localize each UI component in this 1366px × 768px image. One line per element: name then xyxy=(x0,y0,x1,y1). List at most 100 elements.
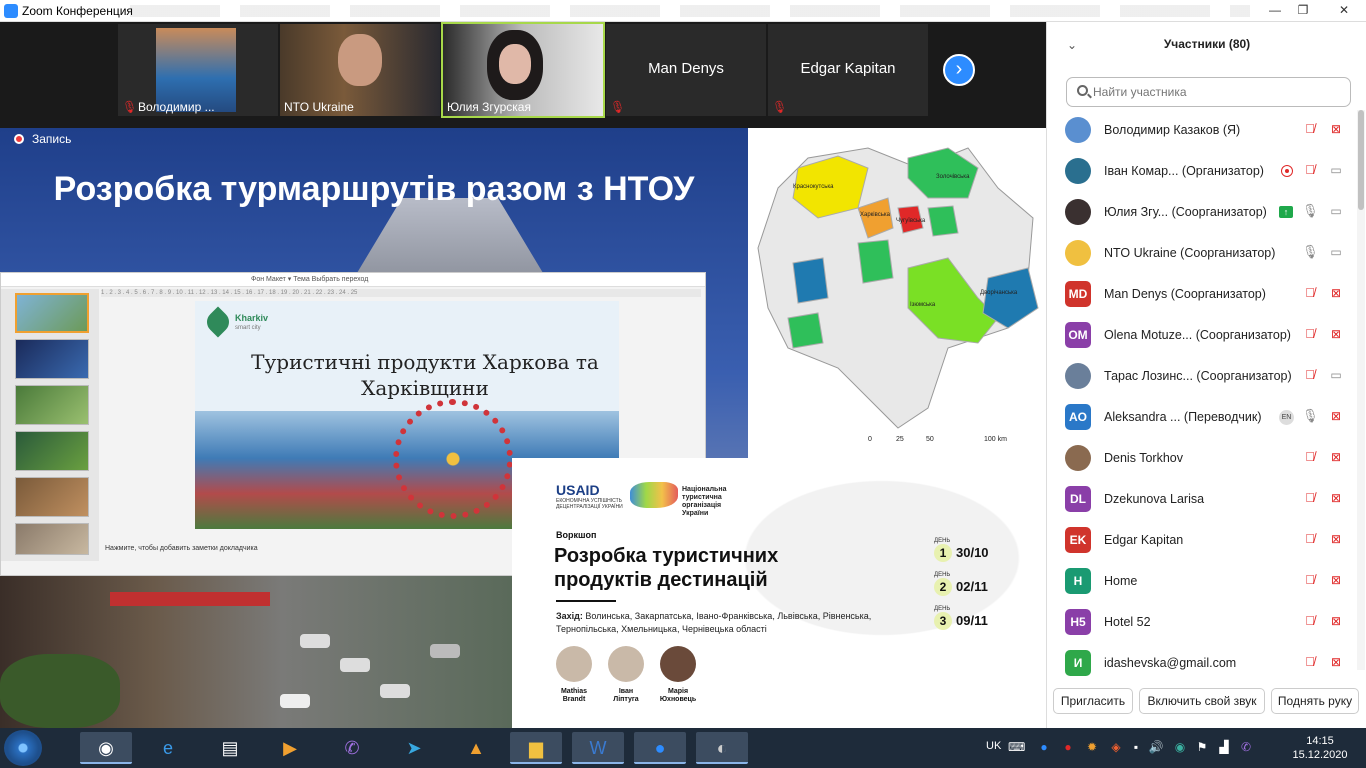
mic-muted-icon[interactable]: 🎙̸ xyxy=(1302,162,1318,180)
mic-muted-icon[interactable]: 🎙̸ xyxy=(1302,572,1318,590)
participant-row[interactable]: Иidashevska@gmail.com 🎙̸ ⊠ xyxy=(1047,643,1357,678)
word-icon[interactable]: W xyxy=(572,732,624,764)
mic-muted-icon[interactable]: 🎙̸ xyxy=(1302,654,1318,672)
camera-icon[interactable]: ▭ xyxy=(1326,163,1346,179)
clock[interactable]: 14:15 15.12.2020 xyxy=(1280,734,1360,762)
participant-row[interactable]: OM Olena Motuze... (Соорганизатор) 🎙̸ ⊠ xyxy=(1047,315,1357,356)
invite-button[interactable]: Пригласить xyxy=(1053,688,1133,714)
speaker-icon[interactable]: 🔊 xyxy=(1148,740,1164,756)
language-indicator[interactable]: UK xyxy=(986,740,1001,752)
telegram-icon[interactable]: ➤ xyxy=(388,732,440,764)
mic-icon[interactable]: 🎙 xyxy=(1302,244,1319,262)
mic-muted-icon[interactable]: 🎙̸ xyxy=(1302,285,1318,303)
participant-row[interactable]: AO Aleksandra ... (Переводчик) EN 🎙 ⊠ xyxy=(1047,397,1357,438)
participant-name: Dzekunova Larisa xyxy=(1104,492,1205,506)
camera-icon[interactable]: ▭ xyxy=(1326,368,1346,384)
zoom-icon[interactable]: ● xyxy=(634,732,686,764)
participant-name: idashevska@gmail.com xyxy=(1104,656,1237,670)
ie-icon[interactable]: e xyxy=(142,732,194,764)
minimize-button[interactable]: — xyxy=(1262,1,1288,19)
recording-icon xyxy=(14,134,24,144)
mic-icon[interactable]: 🎙 xyxy=(1302,203,1319,221)
mic-muted-icon[interactable]: 🎙̸ xyxy=(1302,490,1318,508)
participant-face xyxy=(338,34,382,86)
participant-row[interactable]: Тарас Лозинс... (Соорганизатор) 🎙̸ ▭ xyxy=(1047,356,1357,397)
participant-row[interactable]: H5 Hotel 52 🎙̸ ⊠ xyxy=(1047,602,1357,643)
participant-row[interactable]: Володимир Казаков (Я) 🎙̸ ⊠ xyxy=(1047,110,1357,151)
video-tile-active[interactable]: Юлия Згурская xyxy=(441,22,605,118)
speaker-name: Марія Юхновець xyxy=(659,688,697,703)
speaker: Mathias Brandt xyxy=(554,646,594,704)
scrollbar[interactable] xyxy=(1357,110,1365,670)
mic-muted-icon[interactable]: 🎙̸ xyxy=(1302,449,1318,467)
participant-row[interactable]: DL Dzekunova Larisa 🎙̸ ⊠ xyxy=(1047,479,1357,520)
hardware-icon[interactable]: ▪ xyxy=(1128,740,1144,756)
avatar: AO xyxy=(1065,404,1091,430)
video-tile[interactable]: 🎙 Володимир ... xyxy=(118,24,278,116)
participant-row[interactable]: Юлия Згу... (Соорганизатор) ↑ 🎙 ▭ xyxy=(1047,192,1357,233)
poster-day: ДЕНЬ 2 02/11 xyxy=(934,572,988,596)
chrome-icon[interactable]: ◉ xyxy=(80,732,132,764)
tile-name: Юлия Згурская xyxy=(447,100,531,114)
camera-off-icon[interactable]: ⊠ xyxy=(1326,286,1346,302)
scrollbar-thumb[interactable] xyxy=(1358,110,1364,210)
zoom-tray-icon[interactable]: ● xyxy=(1036,740,1052,756)
participant-name: Denis Torkhov xyxy=(1104,451,1183,465)
camera-off-icon[interactable]: ⊠ xyxy=(1326,450,1346,466)
media-icon[interactable]: ▶ xyxy=(264,732,316,764)
video-tile[interactable]: NTO Ukraine xyxy=(280,24,440,116)
day-date: 02/11 xyxy=(956,579,988,595)
mic-muted-icon[interactable]: 🎙̸ xyxy=(1302,613,1318,631)
explorer-icon[interactable]: ▆ xyxy=(510,732,562,764)
participant-row[interactable]: MD Man Denys (Соорганизатор) 🎙̸ ⊠ xyxy=(1047,274,1357,315)
notification-icon[interactable]: ● xyxy=(1060,740,1076,756)
mic-muted-icon[interactable]: 🎙̸ xyxy=(1302,367,1318,385)
camera-off-icon[interactable]: ⊠ xyxy=(1326,409,1346,425)
camera-off-icon[interactable]: ⊠ xyxy=(1326,655,1346,671)
search-input[interactable] xyxy=(1093,83,1343,101)
camera-icon[interactable]: ▭ xyxy=(1326,204,1346,220)
participant-name: Man Denys (Соорганизатор) xyxy=(1104,287,1266,301)
participant-row[interactable]: Denis Torkhov 🎙̸ ⊠ xyxy=(1047,438,1357,479)
mic-muted-icon[interactable]: 🎙̸ xyxy=(1302,121,1318,139)
poster-region-text: Захід: Волинська, Закарпатська, Івано-Фр… xyxy=(556,610,886,636)
participant-search[interactable] xyxy=(1066,77,1351,107)
mic-muted-icon[interactable]: 🎙̸ xyxy=(1302,326,1318,344)
earth-pro-icon[interactable]: ◐ xyxy=(696,732,748,764)
camera-off-icon[interactable]: ⊠ xyxy=(1326,573,1346,589)
antivirus-icon[interactable]: ◉ xyxy=(1172,740,1188,756)
signal-icon[interactable]: ▟ xyxy=(1216,740,1232,756)
slide-thumbnail xyxy=(15,523,89,555)
vlc-icon[interactable]: ▲ xyxy=(450,732,502,764)
maximize-button[interactable]: ❐ xyxy=(1290,1,1316,19)
settings-tray-icon[interactable]: ✹ xyxy=(1084,740,1100,756)
mic-icon[interactable]: 🎙 xyxy=(1302,408,1319,426)
camera-off-icon[interactable]: ⊠ xyxy=(1326,327,1346,343)
viber-icon[interactable]: ✆ xyxy=(326,732,378,764)
avatar xyxy=(1065,363,1091,389)
close-button[interactable]: ✕ xyxy=(1324,1,1364,19)
video-tile[interactable]: Edgar Kapitan 🎙 xyxy=(768,24,928,116)
participant-name: Юлия Згу... (Соорганизатор) xyxy=(1104,205,1267,219)
camera-off-icon[interactable]: ⊠ xyxy=(1326,491,1346,507)
keyboard-icon[interactable]: ⌨ xyxy=(1008,740,1025,756)
viber-tray-icon[interactable]: ✆ xyxy=(1238,740,1254,756)
camera-off-icon[interactable]: ⊠ xyxy=(1326,532,1346,548)
next-page-button[interactable]: › xyxy=(943,54,975,86)
camera-off-icon[interactable]: ⊠ xyxy=(1326,122,1346,138)
participant-row[interactable]: NTO Ukraine (Соорганизатор) 🎙 ▭ xyxy=(1047,233,1357,274)
app-tray-icon[interactable]: ◈ xyxy=(1108,740,1124,756)
participant-row[interactable]: H Home 🎙̸ ⊠ xyxy=(1047,561,1357,602)
camera-icon[interactable]: ▭ xyxy=(1326,245,1346,261)
video-tile[interactable]: Man Denys 🎙 xyxy=(606,24,766,116)
participant-row[interactable]: EK Edgar Kapitan 🎙̸ ⊠ xyxy=(1047,520,1357,561)
flag-icon[interactable]: ⚑ xyxy=(1194,740,1210,756)
participant-row[interactable]: Іван Комар... (Организатор) 🎙̸ ▭ xyxy=(1047,151,1357,192)
mic-muted-icon[interactable]: 🎙̸ xyxy=(1302,531,1318,549)
region-map: Краснокутська Золочівська Харківська Чуг… xyxy=(748,128,1046,458)
files-icon[interactable]: ▤ xyxy=(204,732,256,764)
start-button[interactable] xyxy=(4,730,42,766)
raise-hand-button[interactable]: Поднять руку xyxy=(1271,688,1359,714)
camera-off-icon[interactable]: ⊠ xyxy=(1326,614,1346,630)
unmute-button[interactable]: Включить свой звук xyxy=(1139,688,1265,714)
